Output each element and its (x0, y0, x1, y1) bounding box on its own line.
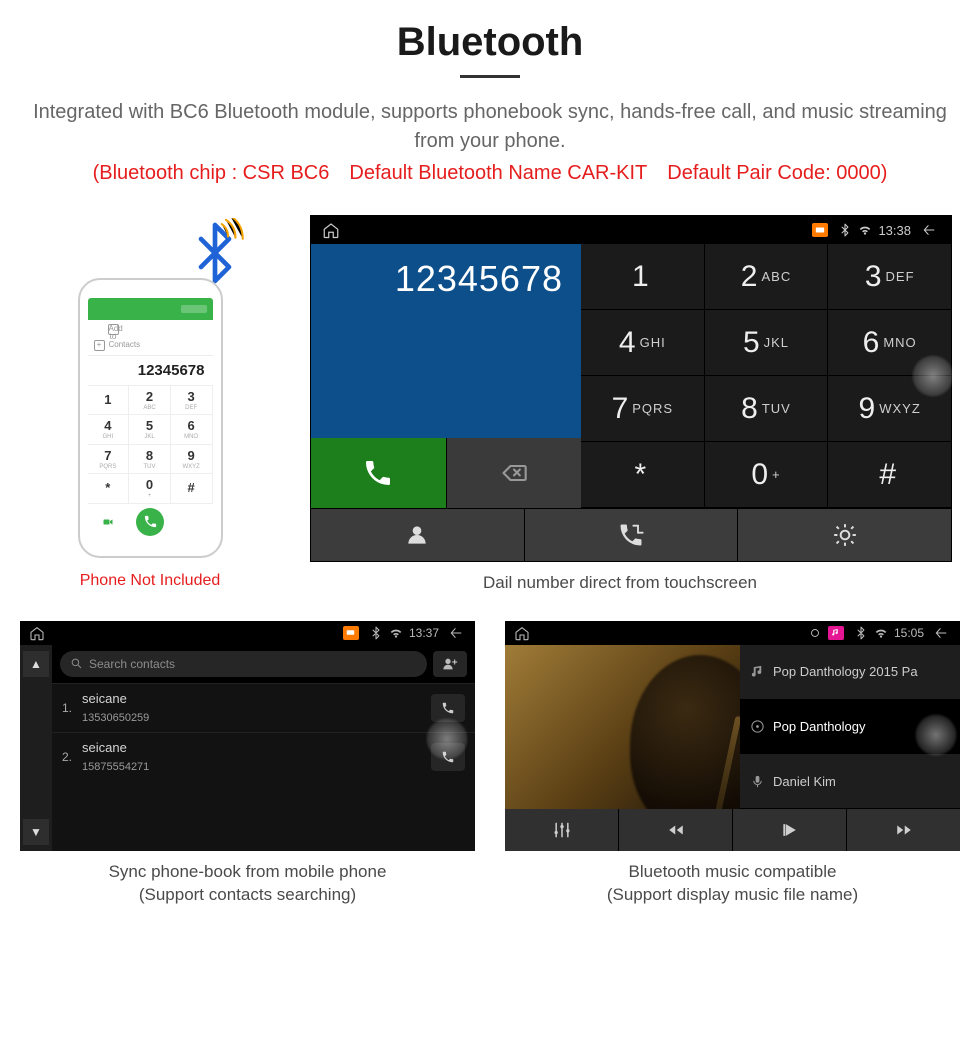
tab-contacts[interactable] (311, 509, 525, 561)
add-contact-button[interactable] (433, 651, 467, 677)
bluetooth-spec-line: (Bluetooth chip : CSR BC6 Default Blueto… (20, 162, 960, 185)
title-underline (460, 75, 520, 78)
dialed-number-display: 12345678 (311, 244, 581, 438)
search-input[interactable]: Search contacts (60, 651, 427, 677)
phone-key-hash[interactable]: # (171, 474, 213, 504)
key-7[interactable]: 7PQRS (581, 376, 705, 442)
status-bar: 15:05 (505, 621, 960, 645)
key-0[interactable]: 0+ (705, 442, 829, 508)
wifi-icon (389, 626, 403, 640)
contacts-caption: Sync phone-book from mobile phone(Suppor… (20, 861, 475, 907)
scroll-up-button[interactable]: ▲ (23, 651, 49, 677)
tab-settings[interactable] (738, 509, 951, 561)
bluetooth-status-icon (854, 626, 868, 640)
status-time: 15:05 (894, 626, 924, 640)
key-hash[interactable]: # (828, 442, 951, 508)
phone-dialed-number: 12345678 (88, 356, 213, 386)
phone-key-9[interactable]: 9WXYZ (171, 445, 213, 475)
play-pause-button[interactable] (733, 809, 847, 851)
bluetooth-status-icon (838, 223, 852, 237)
contact-phone: 13530650259 (82, 712, 149, 724)
headunit-contacts: 13:37 ▲ ▼ Search contacts (20, 621, 475, 851)
status-time: 13:38 (878, 223, 911, 238)
bluetooth-status-icon (369, 626, 383, 640)
smartphone-mock: +Add to Contacts 12345678 1 2ABC 3DEF 4G… (78, 278, 223, 558)
wifi-icon (874, 626, 888, 640)
home-icon[interactable] (28, 625, 46, 641)
key-1[interactable]: 1 (581, 244, 705, 310)
back-icon[interactable] (445, 626, 467, 640)
add-to-contacts-row[interactable]: +Add to Contacts (88, 320, 213, 356)
prev-track-button[interactable] (619, 809, 733, 851)
call-button[interactable] (311, 438, 447, 508)
headunit-dialer: 13:38 12345678 1 2ABC 3DEF (310, 215, 952, 562)
next-track-button[interactable] (847, 809, 960, 851)
bottom-tabbar (311, 508, 951, 561)
music-caption: Bluetooth music compatible(Support displ… (505, 861, 960, 907)
equalizer-button[interactable] (505, 809, 619, 851)
album-icon (750, 719, 765, 734)
contact-row[interactable]: 2. seicane15875554271 (52, 732, 475, 781)
status-time: 13:37 (409, 626, 439, 640)
home-icon[interactable] (321, 221, 341, 239)
phone-key-3[interactable]: 3DEF (171, 386, 213, 416)
song-icon (750, 664, 765, 679)
track-row[interactable]: Pop Danthology 2015 Pa (740, 645, 960, 700)
phone-key-star[interactable]: * (88, 474, 130, 504)
phone-statusbar (88, 298, 213, 320)
back-icon[interactable] (930, 626, 952, 640)
app-badge-icon (812, 223, 828, 237)
dialer-caption: Dail number direct from touchscreen (280, 572, 960, 595)
home-icon[interactable] (513, 625, 531, 641)
key-star[interactable]: * (581, 442, 705, 508)
music-app-badge-icon (828, 626, 844, 640)
videocall-icon[interactable] (100, 516, 116, 528)
contact-name: seicane (82, 740, 127, 755)
back-icon[interactable] (917, 223, 941, 237)
key-5[interactable]: 5JKL (705, 310, 829, 376)
phone-call-button[interactable] (136, 508, 164, 536)
tab-call-log[interactable] (525, 509, 739, 561)
search-icon (70, 657, 83, 670)
contact-row[interactable]: 1. seicane13530650259 (52, 683, 475, 732)
phone-keypad: 1 2ABC 3DEF 4GHI 5JKL 6MNO 7PQRS 8TUV 9W… (88, 386, 213, 504)
music-controls (505, 809, 960, 851)
touch-indicator (911, 354, 955, 398)
status-bar: 13:38 (311, 216, 951, 244)
loop-icon (808, 626, 822, 640)
subtitle: Integrated with BC6 Bluetooth module, su… (20, 98, 960, 156)
touch-indicator (914, 713, 958, 757)
phone-key-1[interactable]: 1 (88, 386, 130, 416)
wifi-icon (858, 223, 872, 237)
headunit-music: 15:05 Pop Danthology 2015 Pa Pop Danthol… (505, 621, 960, 851)
key-4[interactable]: 4GHI (581, 310, 705, 376)
contact-phone: 15875554271 (82, 761, 149, 773)
phone-key-4[interactable]: 4GHI (88, 415, 130, 445)
key-3[interactable]: 3DEF (828, 244, 951, 310)
page-title: Bluetooth (20, 20, 960, 65)
phone-key-0[interactable]: 0+ (129, 474, 171, 504)
phone-not-included-label: Phone Not Included (80, 572, 221, 590)
phone-key-6[interactable]: 6MNO (171, 415, 213, 445)
track-row[interactable]: Daniel Kim (740, 754, 960, 809)
phone-key-8[interactable]: 8TUV (129, 445, 171, 475)
key-8[interactable]: 8TUV (705, 376, 829, 442)
scroll-down-button[interactable]: ▼ (23, 819, 49, 845)
contact-name: seicane (82, 691, 127, 706)
phone-key-2[interactable]: 2ABC (129, 386, 171, 416)
key-2[interactable]: 2ABC (705, 244, 829, 310)
search-placeholder: Search contacts (89, 657, 175, 671)
phone-key-7[interactable]: 7PQRS (88, 445, 130, 475)
phone-key-5[interactable]: 5JKL (129, 415, 171, 445)
artist-icon (750, 774, 765, 789)
album-art (505, 645, 740, 809)
app-badge-icon (343, 626, 359, 640)
touch-indicator (425, 717, 469, 761)
dialer-keypad: 1 2ABC 3DEF 4GHI 5JKL 6MNO 7PQRS 8TUV 9W… (581, 244, 951, 508)
status-bar: 13:37 (20, 621, 475, 645)
backspace-button[interactable] (447, 438, 582, 508)
